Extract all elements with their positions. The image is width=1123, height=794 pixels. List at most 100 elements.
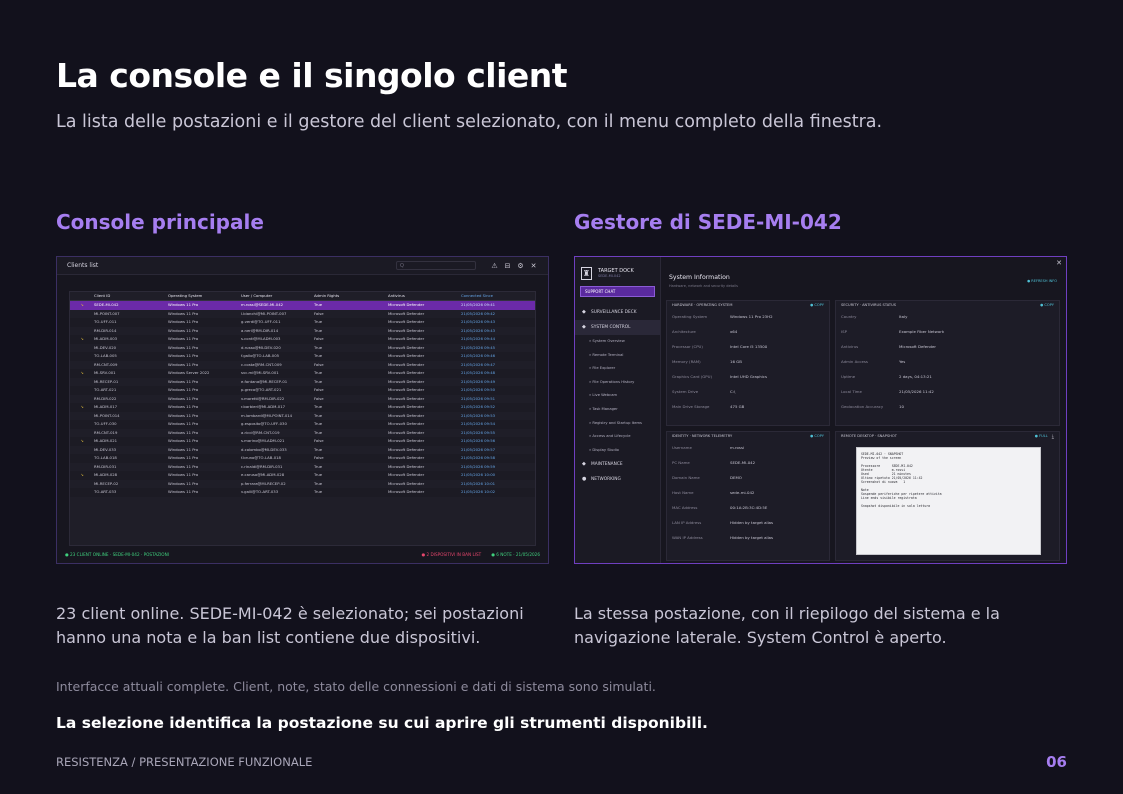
refresh-info-button[interactable]: ● REFRESH INFO [1027, 279, 1057, 283]
table-cell: s.conti@MI-ADM-003 [241, 336, 281, 341]
manager-main: ✕ System Information Hardware, network a… [662, 257, 1066, 563]
table-cell: 21/05/2026 10:00 [461, 472, 496, 477]
table-cell: Windows 11 Pro [168, 387, 199, 392]
sidebar-subitem[interactable]: » System Overview [575, 335, 660, 349]
table-row[interactable]: TO-ART-033 Windows 11 Pro v.galli@TO-ART-0… [70, 488, 535, 497]
sidebar-subitem[interactable]: » Display Studio [575, 444, 660, 458]
table-row[interactable]: ↘ MI-SRV-001 Windows Server 2022 svc.mi@MI-… [70, 369, 535, 378]
table-cell: Windows 11 Pro [168, 489, 199, 494]
remote-snapshot[interactable]: SEDE-MI-042 · SNAPSHOT Preview of the sc… [856, 447, 1041, 555]
table-row[interactable]: ↘ MI-ADM-017 Windows 11 Pro r.barbieri@MI-A… [70, 403, 535, 412]
close-icon[interactable]: ✕ [529, 262, 538, 270]
support-chat-button[interactable]: SUPPORT CHAT [580, 286, 655, 297]
sidebar-subitem[interactable]: » Access and Lifecycle [575, 430, 660, 444]
info-key: Username [672, 445, 692, 450]
info-key: Architecture [672, 329, 696, 334]
table-row[interactable]: MI-DEV-033 Windows 11 Pro d.colombo@MI-DEV… [70, 446, 535, 455]
table-row[interactable]: RM-DIR-031 Windows 11 Pro c.rinaldi@RM-DIR… [70, 463, 535, 472]
clients-search-input[interactable]: Q [396, 261, 476, 270]
table-cell: TO-LAB-018 [94, 455, 117, 460]
sidebar-subitem[interactable]: » Remote Terminal [575, 349, 660, 363]
sidebar-subitem[interactable]: » File Operations History [575, 376, 660, 390]
column-header[interactable]: User / Computer [241, 292, 314, 300]
table-cell: Windows 11 Pro [168, 446, 199, 452]
info-row: Memory (RAM) 16 GB [667, 354, 829, 369]
table-cell: c.rinaldi@RM-DIR-031 [241, 463, 283, 469]
info-row: Country Italy [836, 309, 1059, 324]
snapshot-text: SEDE-MI-042 · SNAPSHOT Preview of the sc… [861, 452, 942, 508]
table-row[interactable]: ↘ MI-ADM-003 Windows 11 Pro s.conti@MI-ADM-… [70, 335, 535, 344]
ban-list-icon[interactable]: ⊟ [503, 262, 512, 270]
info-value: m.rossi [730, 445, 745, 450]
table-cell: True [314, 446, 323, 452]
table-row[interactable]: ↘ MI-ADM-028 Windows 11 Pro e.caruso@MI-ADM… [70, 471, 535, 480]
column-header[interactable]: Admin Rights [314, 292, 388, 300]
table-cell: Microsoft Defender [388, 344, 425, 350]
table-row[interactable]: TO-UFF-030 Windows 11 Pro g.esposito@TO-UF… [70, 420, 535, 429]
table-cell: d.russo@MI-DEV-020 [241, 344, 281, 350]
table-row[interactable]: TO-LAB-005 Windows 11 Pro f.gallo@TO-LAB-0… [70, 352, 535, 361]
nav-icon: ◆ [582, 309, 586, 315]
table-cell: Windows 11 Pro [168, 455, 199, 460]
column-header[interactable] [70, 292, 94, 300]
column-header[interactable]: Connected Since [461, 292, 533, 300]
table-row[interactable]: RM-CNT-019 Windows 11 Pro a.ricci@RM-CNT-0… [70, 429, 535, 438]
sidebar-subitem[interactable]: » File Explorer [575, 362, 660, 376]
table-cell: 21/05/2026 09:43 [461, 319, 496, 324]
column-header[interactable]: Antivirus [388, 292, 461, 300]
note-flag-icon: ↘ [80, 370, 84, 375]
sidebar-item[interactable]: ◆ SYSTEM CONTROL [575, 320, 660, 335]
table-row[interactable]: MI-POINT-014 Windows 11 Pro m.lombardi@MI-… [70, 412, 535, 421]
sidebar-item[interactable]: ◆ SURVEILLANCE DECK [575, 305, 660, 320]
copy-hardware-button[interactable]: ● COPY [810, 303, 824, 307]
table-cell: MI-ADM-028 [94, 472, 118, 477]
table-row[interactable]: RM-DIR-014 Windows 11 Pro a.neri@RM-DIR-01… [70, 327, 535, 336]
table-row[interactable]: MI-DEV-020 Windows 11 Pro d.russo@MI-DEV-0… [70, 344, 535, 353]
info-value: Windows 11 Pro 23H2 [730, 314, 773, 319]
info-row: Uptime 2 days, 04:13:21 [836, 369, 1059, 384]
info-row: Processor (CPU) Intel Core i5 13500 [667, 339, 829, 354]
table-cell: f.gallo@TO-LAB-005 [241, 353, 280, 358]
sidebar-subitem[interactable]: » Registry and Startup Items [575, 417, 660, 431]
table-cell: 21/05/2026 09:58 [461, 455, 496, 460]
table-row[interactable]: ↘ SEDE-MI-042 Windows 11 Pro m.rossi@SEDE-M… [70, 301, 535, 310]
info-value: Hidden by target alias [730, 535, 774, 540]
column-header[interactable]: Client ID [94, 292, 168, 300]
table-cell: m.rossi@SEDE-MI-042 [241, 302, 284, 307]
table-row[interactable]: MI-RECEP-01 Windows 11 Pro e.fontana@MI-RE… [70, 378, 535, 387]
info-row: Graphics Card (GPU) Intel UHD Graphics [667, 369, 829, 384]
sidebar-item-label: MAINTENANCE [591, 462, 623, 468]
close-icon[interactable]: ✕ [1056, 259, 1062, 267]
copy-security-button[interactable]: ● COPY [1040, 303, 1054, 307]
sidebar-subitem[interactable]: » Live Webcam [575, 389, 660, 403]
table-row[interactable]: MI-RECEP-02 Windows 11 Pro p.ferrara@MI-RE… [70, 480, 535, 489]
fullscreen-button[interactable]: ● FULL [1035, 434, 1048, 440]
table-cell: True [314, 421, 323, 426]
table-cell: TO-ART-021 [94, 387, 117, 392]
table-row[interactable]: MI-POINT-007 Windows 11 Pro l.bianchi@MI-P… [70, 310, 535, 319]
table-cell: 21/05/2026 09:50 [461, 387, 496, 392]
table-row[interactable]: TO-UFF-011 Windows 11 Pro g.verdi@TO-UFF-0… [70, 318, 535, 327]
note-flag-icon [70, 310, 94, 319]
table-cell: g.verdi@TO-UFF-011 [241, 319, 281, 324]
table-cell: e.caruso@MI-ADM-028 [241, 472, 285, 477]
table-cell: True [314, 463, 323, 469]
column-header[interactable]: Operating System [168, 292, 241, 300]
sidebar-subitem[interactable]: » Task Manager [575, 403, 660, 417]
warning-icon[interactable]: ⚠ [490, 262, 499, 270]
info-row: Username m.rossi [667, 440, 829, 455]
sidebar-item[interactable]: ◆ MAINTENANCE [575, 457, 660, 472]
table-row[interactable]: RM-CNT-009 Windows 11 Pro c.costa@RM-CNT-0… [70, 361, 535, 370]
table-row[interactable]: RM-DIR-022 Windows 11 Pro v.moretti@RM-DIR… [70, 395, 535, 404]
slide-subtitle: La lista delle postazioni e il gestore d… [56, 112, 883, 132]
info-value: 16 GB [730, 359, 742, 364]
gear-icon[interactable]: ⚙ [516, 262, 525, 270]
table-row[interactable]: TO-LAB-018 Windows 11 Pro f.bruno@TO-LAB-0… [70, 454, 535, 463]
table-row[interactable]: TO-ART-021 Windows 11 Pro p.greco@TO-ART-0… [70, 386, 535, 395]
sidebar-item[interactable]: ● NETWORKING [575, 472, 660, 487]
table-row[interactable]: ↘ MI-ADM-021 Windows 11 Pro s.marino@MI-ADM… [70, 437, 535, 446]
download-icon[interactable]: ⤓ [1052, 434, 1054, 440]
note-flag-icon: ↘ [80, 336, 84, 341]
info-key: Host Name [672, 490, 694, 495]
copy-network-button[interactable]: ● COPY [810, 434, 824, 438]
